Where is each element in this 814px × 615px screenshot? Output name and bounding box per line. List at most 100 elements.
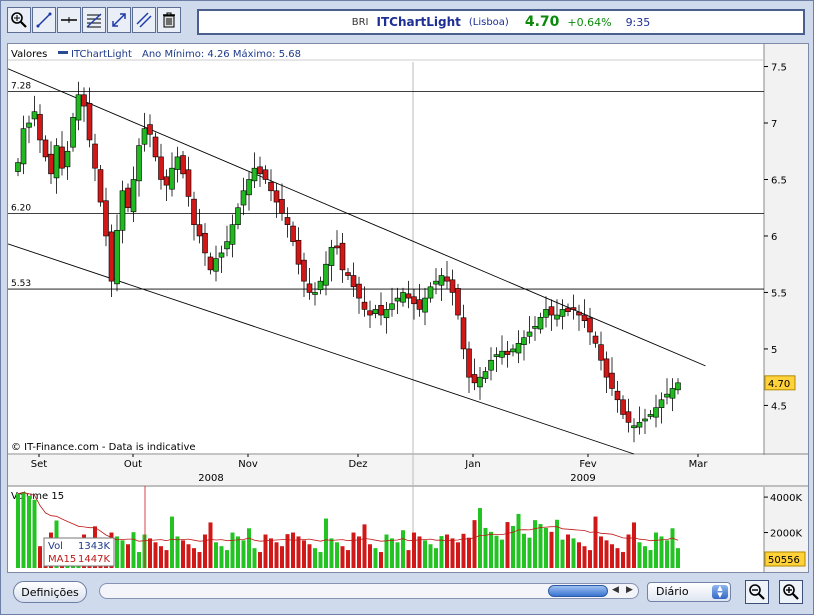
volume-bar: [615, 548, 620, 568]
volume-bar: [384, 534, 389, 568]
scroll-right-icon[interactable]: ▶: [626, 585, 633, 595]
candle-body: [658, 399, 665, 408]
quote-time: 9:35: [625, 15, 651, 29]
quote-name: ITChartLight: [376, 15, 461, 29]
year-label-0: 2008: [198, 473, 223, 484]
candle-body: [163, 176, 170, 186]
zoom-tool-button[interactable]: [7, 7, 31, 33]
volume-bar: [588, 550, 592, 568]
candle-body: [422, 297, 428, 313]
volume-bar: [296, 536, 301, 568]
scroll-left-icon[interactable]: ◀: [612, 585, 619, 595]
volume-bar: [208, 522, 213, 568]
candle-body: [631, 425, 637, 429]
line-tool-button[interactable]: [32, 7, 56, 33]
level-label-0: 7.28: [11, 81, 31, 91]
time-scrollbar[interactable]: ◀ ▶: [99, 583, 639, 599]
candle-body: [136, 145, 142, 182]
horizontal-line-tool-button[interactable]: [57, 7, 81, 33]
candle-body: [81, 94, 87, 107]
candle-body: [240, 190, 247, 206]
volume-bar: [489, 531, 493, 568]
volume-bar: [192, 548, 196, 568]
candle-body: [141, 128, 148, 145]
period-select[interactable]: Diário ▲ ▼: [647, 582, 731, 602]
zoom-out-icon: [749, 584, 765, 600]
volume-bar: [230, 532, 235, 568]
volume-bar: [467, 537, 471, 568]
candle-body: [411, 296, 417, 305]
candle-body: [378, 305, 384, 316]
chevron-updown-icon: ▲ ▼: [712, 585, 728, 599]
volume-bar: [252, 548, 257, 568]
app-frame: BRI ITChartLight (Lisboa) 4.70 +0.64% 9:…: [0, 0, 814, 615]
candle-body: [515, 342, 522, 354]
price-volume-chart[interactable]: Valores ITChartLight Ano Mínimo: 4.26 Máxi…: [8, 44, 808, 572]
volume-tick-label-0: 2000K: [770, 529, 802, 540]
candle-body: [97, 169, 104, 203]
candle-body: [471, 374, 478, 384]
volume-bar: [654, 532, 658, 568]
level-label-2: 5.53: [11, 279, 31, 289]
quote-price: 4.70: [524, 14, 560, 30]
zoom-out-button[interactable]: [745, 580, 769, 604]
candle-body: [383, 309, 390, 319]
x-tick-label-4: Jan: [464, 459, 480, 470]
volume-bar: [483, 527, 488, 568]
volume-bar: [291, 532, 295, 568]
volume-bar: [258, 552, 262, 568]
candle-body: [389, 303, 395, 310]
chart-area[interactable]: Valores ITChartLight Ano Mínimo: 4.26 Máxi…: [7, 43, 809, 573]
volume-bar: [472, 520, 477, 568]
candle-body: [92, 143, 98, 169]
candle-body: [48, 153, 54, 175]
channel-tool-button[interactable]: [132, 7, 156, 33]
delete-drawings-button[interactable]: [157, 7, 181, 33]
bottom-bar: Definições ◀ ▶ Diário ▲ ▼: [7, 578, 809, 606]
volume-bar: [351, 532, 356, 568]
candle-body: [460, 317, 467, 350]
quote-bar: BRI ITChartLight (Lisboa) 4.70 +0.64% 9:…: [197, 9, 805, 35]
candle-body: [75, 94, 82, 121]
candle-body: [466, 348, 472, 378]
volume-bar: [263, 534, 268, 568]
volume-bar: [236, 536, 240, 568]
expand-tool-button[interactable]: [107, 7, 131, 33]
volume-bar: [566, 534, 570, 568]
volume-bar: [280, 546, 284, 568]
x-tick-label-0: Set: [31, 459, 48, 470]
volume-bar: [219, 546, 224, 568]
candle-body: [59, 146, 65, 169]
volume-bar: [313, 548, 317, 568]
volume-bar: [648, 550, 653, 568]
zoom-in-button[interactable]: [779, 580, 803, 604]
volume-bar: [571, 538, 576, 568]
volume-bar: [362, 524, 367, 568]
candle-body: [15, 162, 21, 172]
candle-body: [295, 239, 302, 265]
y-tick-label-2: 5.5: [771, 288, 787, 299]
x-tick-label-6: Mar: [689, 459, 709, 470]
candle-body: [361, 301, 368, 310]
volume-bar: [604, 540, 609, 568]
candle-body: [202, 232, 208, 254]
fibonacci-tool-button[interactable]: [82, 7, 106, 33]
candle-body: [185, 169, 192, 197]
candle-body: [251, 167, 258, 182]
candle-body: [455, 288, 461, 316]
candle-body: [103, 200, 109, 237]
volume-bar: [527, 537, 532, 568]
candle-body: [125, 187, 131, 209]
candle-body: [169, 167, 175, 190]
candle-body: [510, 348, 516, 353]
candle-body: [147, 124, 153, 135]
settings-button[interactable]: Definições: [13, 581, 87, 603]
volume-bar: [175, 536, 180, 568]
candle-body: [290, 225, 296, 242]
scroll-thumb[interactable]: [548, 585, 608, 597]
candle-body: [53, 145, 60, 179]
candle-body: [180, 155, 186, 175]
candle-body: [196, 224, 203, 237]
volume-bar: [626, 534, 631, 568]
tooltip-vol-value: 1343K: [78, 541, 110, 552]
